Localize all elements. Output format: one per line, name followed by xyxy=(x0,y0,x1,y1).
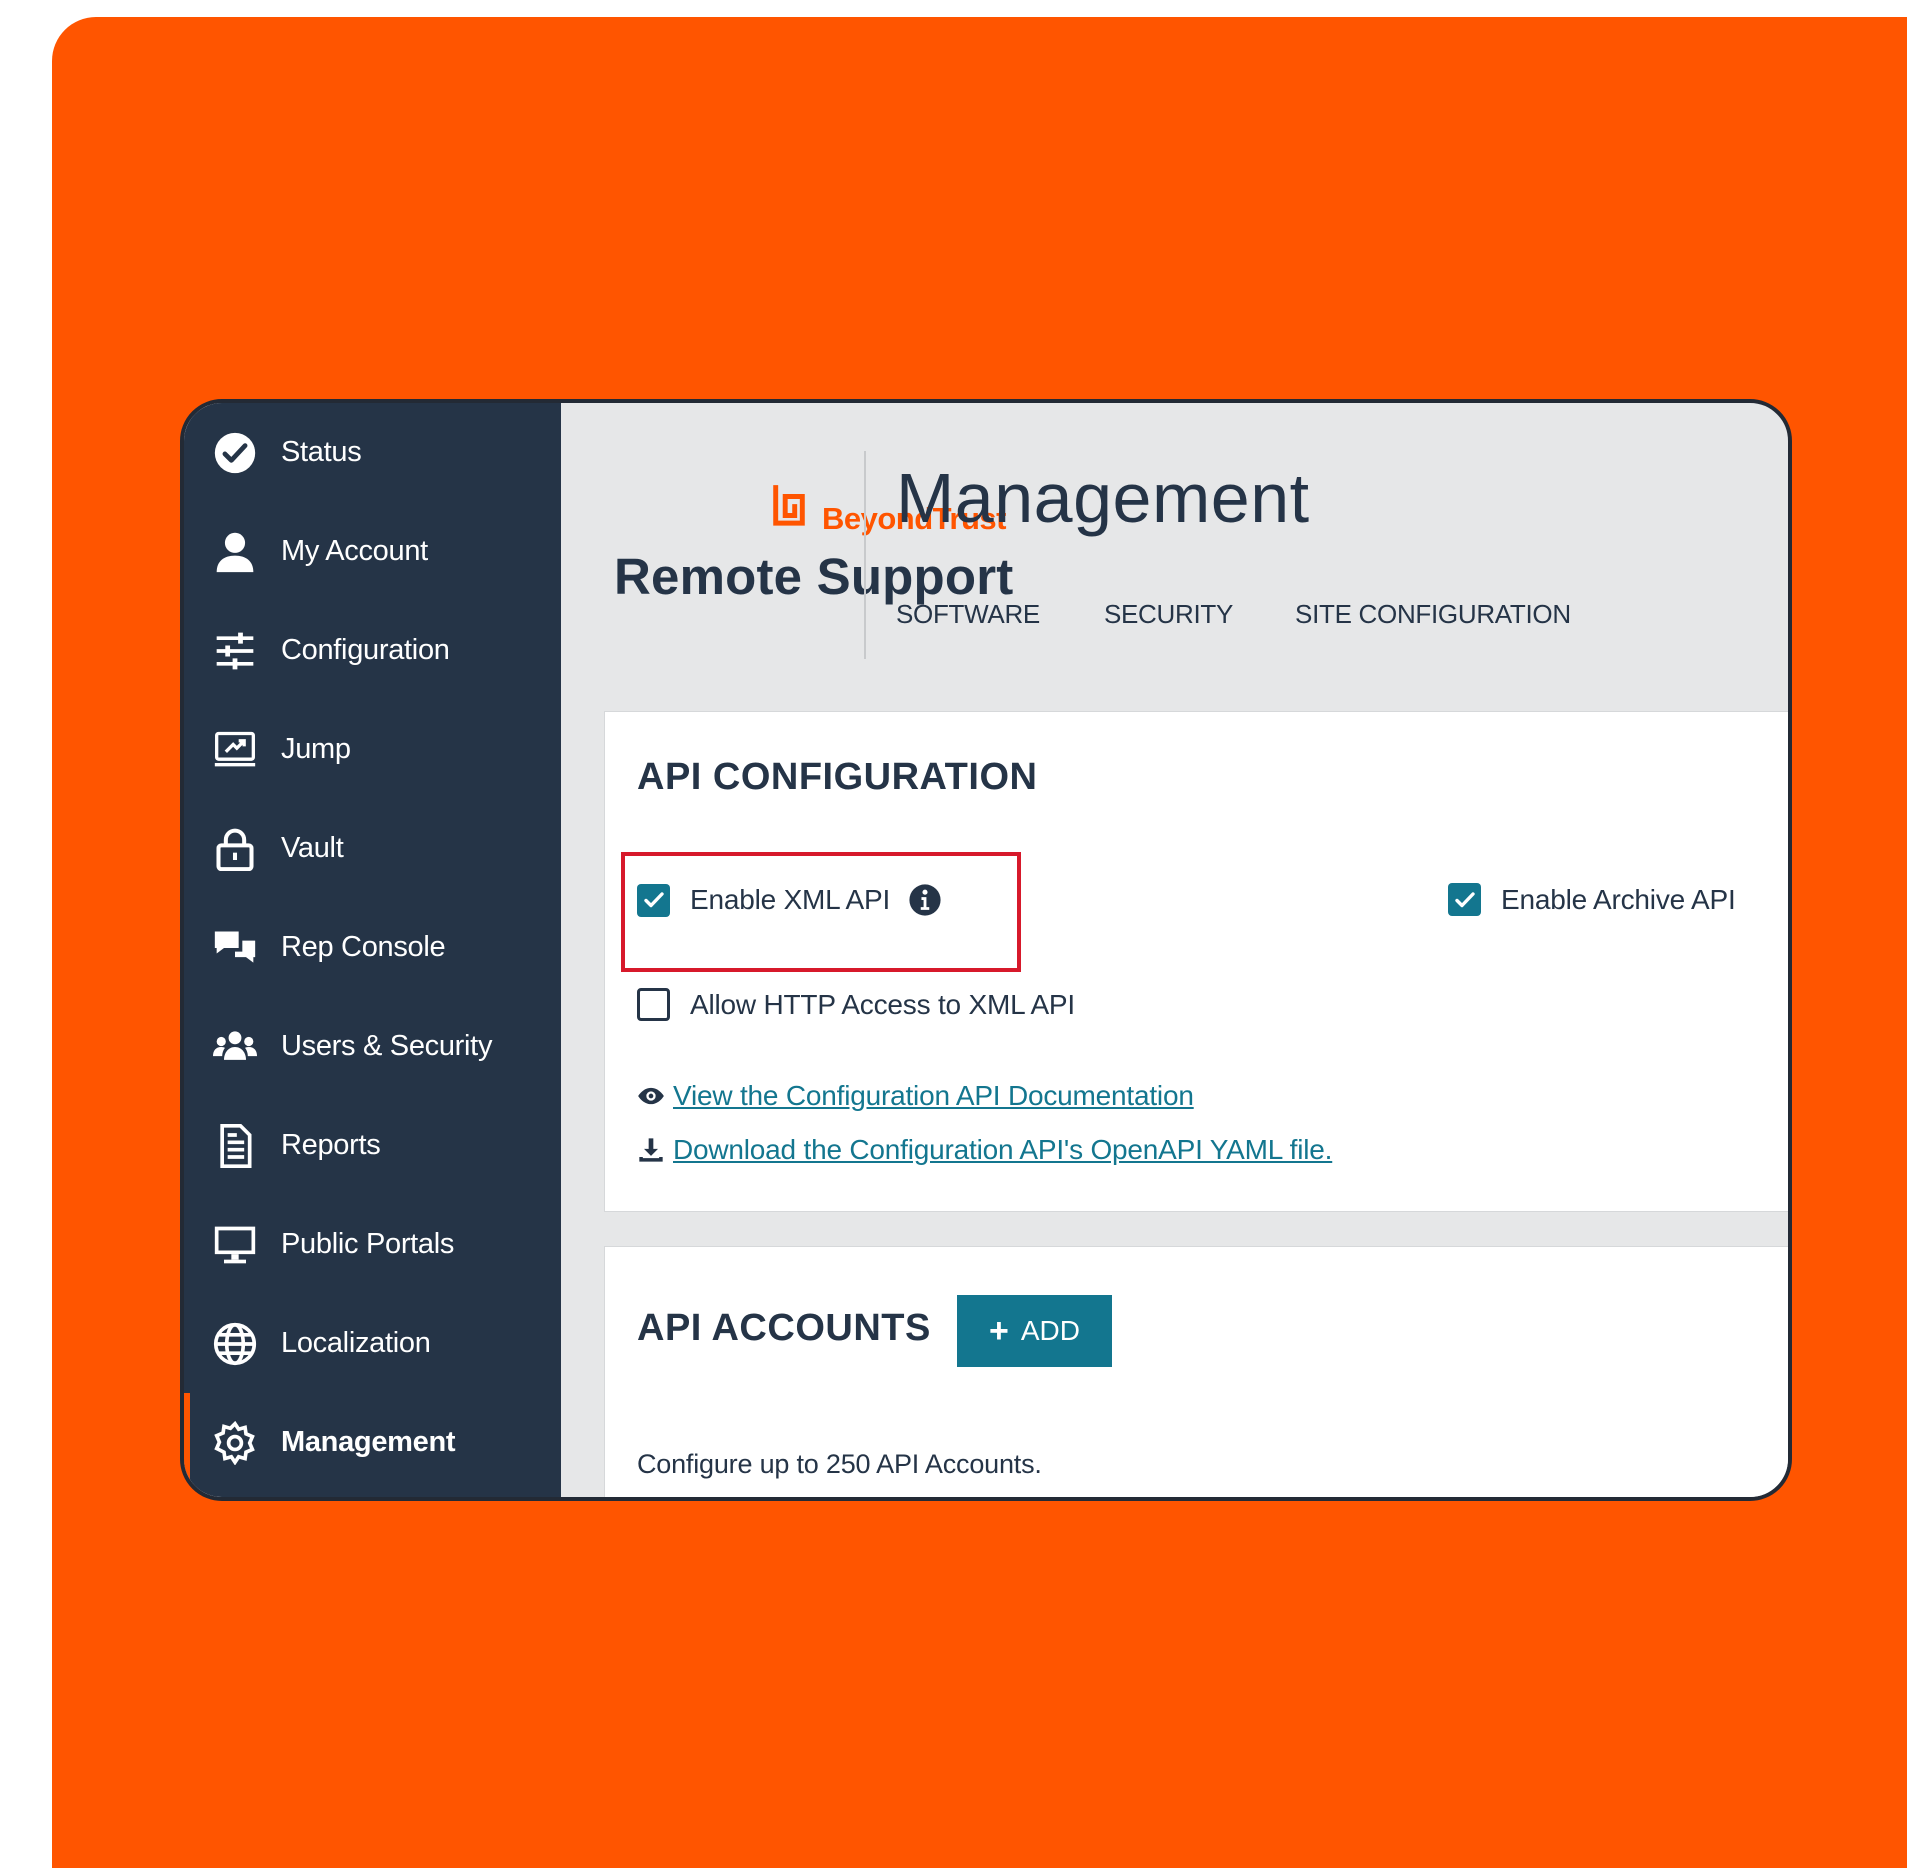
sidebar-item-label: Public Portals xyxy=(281,1228,455,1260)
sliders-icon xyxy=(212,628,258,674)
beyondtrust-logo-icon xyxy=(770,483,808,529)
sidebar-item-label: Status xyxy=(281,436,362,468)
chat-bubbles-icon xyxy=(212,925,258,971)
gear-icon xyxy=(212,1420,258,1466)
page-title: Management xyxy=(896,459,1310,537)
sidebar-item-users-security[interactable]: Users & Security xyxy=(184,997,561,1096)
sidebar-item-label: Management xyxy=(281,1426,456,1458)
sidebar-item-label: Reports xyxy=(281,1129,381,1161)
sidebar-item-localization[interactable]: Localization xyxy=(184,1294,561,1393)
checkbox-checked-icon[interactable] xyxy=(1448,883,1481,916)
lock-icon xyxy=(212,826,258,872)
eye-icon xyxy=(638,1087,664,1105)
tab-bar: SOFTWARE SECURITY SITE CONFIGURATION xyxy=(896,599,1635,630)
sidebar-item-my-account[interactable]: My Account xyxy=(184,502,561,601)
allow-http-access-label: Allow HTTP Access to XML API xyxy=(690,988,1075,1020)
sidebar-item-rep-console[interactable]: Rep Console xyxy=(184,898,561,997)
sidebar-item-label: Vault xyxy=(281,832,344,864)
product-name: Remote Support xyxy=(614,548,1014,605)
enable-archive-api-checkbox[interactable]: Enable Archive API xyxy=(1448,883,1736,916)
sidebar-item-management[interactable]: Management xyxy=(184,1393,561,1492)
api-configuration-title: API CONFIGURATION xyxy=(637,756,1038,798)
tab-security[interactable]: SECURITY xyxy=(1104,599,1233,630)
sidebar-item-public-portals[interactable]: Public Portals xyxy=(184,1195,561,1294)
plus-icon: + xyxy=(989,1311,1009,1350)
sidebar-item-label: My Account xyxy=(281,535,428,567)
check-circle-icon xyxy=(212,430,258,476)
allow-http-access-checkbox[interactable]: Allow HTTP Access to XML API xyxy=(637,988,1075,1021)
sidebar-item-jump[interactable]: Jump xyxy=(184,700,561,799)
sidebar-item-label: Jump xyxy=(281,733,351,765)
download-yaml-link[interactable]: Download the Configuration API's OpenAPI… xyxy=(673,1134,1332,1166)
api-accounts-panel: API ACCOUNTS + ADD Configure up to 250 A… xyxy=(604,1246,1788,1497)
enable-archive-api-label: Enable Archive API xyxy=(1501,883,1736,915)
sidebar-item-vault[interactable]: Vault xyxy=(184,799,561,898)
checkbox-checked-icon[interactable] xyxy=(637,883,670,917)
globe-icon xyxy=(212,1321,258,1367)
enable-xml-api-label: Enable XML API xyxy=(690,884,891,915)
document-icon xyxy=(212,1123,258,1169)
header-divider xyxy=(864,451,866,659)
api-accounts-title: API ACCOUNTS xyxy=(637,1307,931,1349)
tab-site-configuration[interactable]: SITE CONFIGURATION xyxy=(1295,599,1571,630)
sidebar-item-label: Configuration xyxy=(281,634,450,666)
api-accounts-info: Configure up to 250 API Accounts. xyxy=(637,1449,1042,1479)
app-window: Status My Account Configuration Jump Vau… xyxy=(180,399,1792,1501)
download-yaml-row: Download the Configuration API's OpenAPI… xyxy=(637,1134,1332,1166)
monitor-icon xyxy=(212,1222,258,1268)
users-icon xyxy=(212,1024,258,1070)
add-api-account-button[interactable]: + ADD xyxy=(957,1295,1112,1367)
view-api-documentation-link[interactable]: View the Configuration API Documentation xyxy=(673,1080,1194,1112)
sidebar-item-label: Rep Console xyxy=(281,931,446,963)
sidebar-item-label: Users & Security xyxy=(281,1030,493,1062)
api-configuration-panel: API CONFIGURATION Enable XML API Enable … xyxy=(604,711,1788,1212)
add-button-label: ADD xyxy=(1020,1315,1080,1346)
info-icon[interactable] xyxy=(908,883,942,917)
user-icon xyxy=(212,529,258,575)
jump-icon xyxy=(212,727,258,773)
sidebar-item-label: Localization xyxy=(281,1327,431,1359)
tab-software[interactable]: SOFTWARE xyxy=(896,599,1040,630)
sidebar-item-status[interactable]: Status xyxy=(184,403,561,502)
checkbox-unchecked-icon[interactable] xyxy=(637,988,670,1021)
sidebar-item-reports[interactable]: Reports xyxy=(184,1096,561,1195)
enable-xml-api-checkbox[interactable]: Enable XML API xyxy=(637,883,942,917)
sidebar: Status My Account Configuration Jump Vau… xyxy=(184,403,561,1497)
view-docs-row: View the Configuration API Documentation xyxy=(637,1080,1194,1112)
download-icon xyxy=(639,1138,663,1162)
sidebar-item-configuration[interactable]: Configuration xyxy=(184,601,561,700)
